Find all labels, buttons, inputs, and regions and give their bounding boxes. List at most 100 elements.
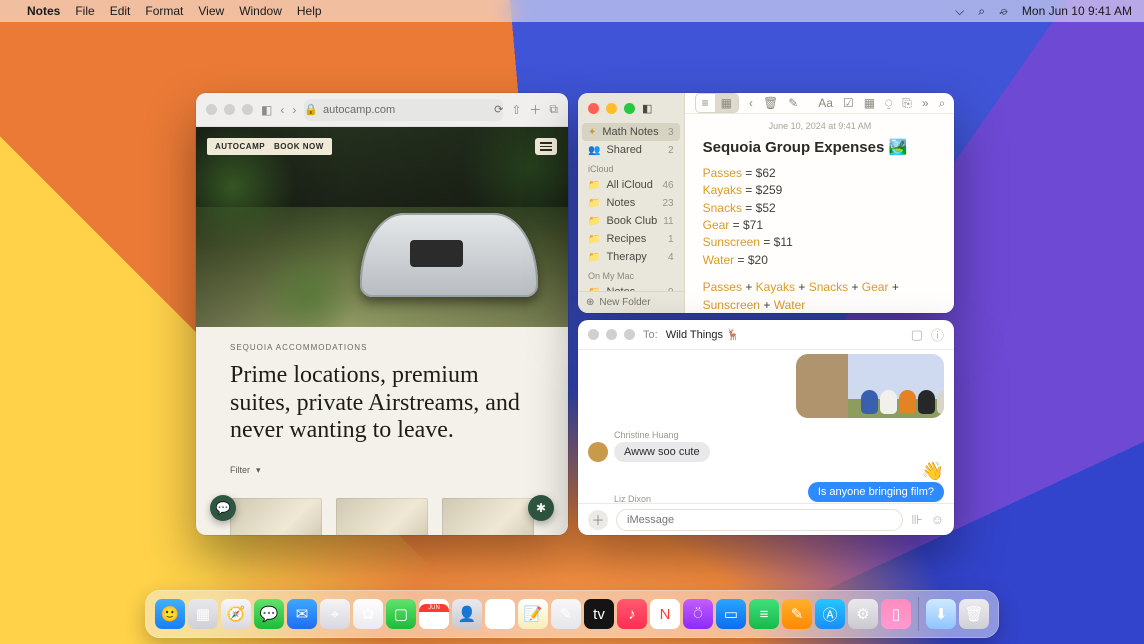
window-controls[interactable] <box>588 329 635 340</box>
share-icon[interactable]: ⇧ <box>511 103 521 117</box>
search-icon[interactable]: ⌕ <box>939 96 946 111</box>
dock-podcasts[interactable]: ⍥ <box>683 599 713 629</box>
dock-pages[interactable]: ✎ <box>782 599 812 629</box>
media-icon[interactable]: ⎘ <box>902 96 912 111</box>
minimize-icon[interactable] <box>606 103 617 114</box>
menu-format[interactable]: Format <box>145 4 183 18</box>
avatar[interactable] <box>588 442 608 462</box>
message-bubble[interactable]: Awww soo cute <box>614 442 710 462</box>
sidebar-folder[interactable]: 📁 Therapy 4 <box>578 248 684 266</box>
dock-downloads[interactable]: ⬇ <box>926 599 956 629</box>
message-bubble[interactable]: Is anyone bringing film? <box>808 482 944 502</box>
dock-numbers[interactable]: ≡ <box>749 599 779 629</box>
note-body[interactable]: June 10, 2024 at 9:41 AM Sequoia Group E… <box>685 114 954 313</box>
menu-help[interactable]: Help <box>297 4 322 18</box>
dock-safari[interactable]: 🧭 <box>221 599 251 629</box>
menu-edit[interactable]: Edit <box>110 4 131 18</box>
back-icon[interactable]: ‹ <box>280 103 284 117</box>
dock-photos[interactable]: ✿ <box>353 599 383 629</box>
listing-thumb[interactable] <box>230 498 322 535</box>
dock-finder[interactable]: 🙂 <box>155 599 185 629</box>
control-center-icon[interactable]: ⌮ <box>999 4 1008 19</box>
minimize-icon[interactable] <box>224 104 235 115</box>
chat-fab[interactable]: 💬 <box>210 495 236 521</box>
forward-icon[interactable]: › <box>292 103 296 117</box>
close-icon[interactable] <box>588 103 599 114</box>
wifi-icon[interactable]: ⌵ <box>955 4 964 19</box>
minimize-icon[interactable] <box>606 329 617 340</box>
dock-contacts[interactable]: 👤 <box>452 599 482 629</box>
menu-view[interactable]: View <box>198 4 224 18</box>
dock-appstore[interactable]: Ⓐ <box>815 599 845 629</box>
new-folder-button[interactable]: ⊕ New Folder <box>578 291 684 313</box>
dock-trash[interactable]: 🗑 <box>959 599 989 629</box>
listing-thumb[interactable] <box>336 498 428 535</box>
attach-button[interactable]: ＋ <box>588 510 608 530</box>
zoom-icon[interactable] <box>242 104 253 115</box>
more-icon[interactable]: » <box>922 96 929 110</box>
to-value[interactable]: Wild Things 🦌 <box>666 328 740 341</box>
format-icon[interactable]: Aa <box>818 96 833 110</box>
dock-keynote[interactable]: ▭ <box>716 599 746 629</box>
zoom-icon[interactable] <box>624 103 635 114</box>
shared-photo[interactable] <box>796 354 944 418</box>
view-toggle[interactable]: ≡ ▦ <box>695 93 739 113</box>
sidebar-folder[interactable]: ✦ Math Notes 3 <box>582 123 680 141</box>
dock-launchpad[interactable]: ▦ <box>188 599 218 629</box>
sidebar-toggle-icon[interactable]: ◧ <box>642 102 652 115</box>
info-icon[interactable]: ⓘ <box>931 325 944 344</box>
trash-icon[interactable]: 🗑 <box>763 96 778 110</box>
grid-view-icon[interactable]: ▦ <box>715 94 738 112</box>
accessibility-fab[interactable]: ✱ <box>528 495 554 521</box>
back-icon[interactable]: ‹ <box>749 96 753 110</box>
reload-icon[interactable]: ⟳ <box>494 103 503 116</box>
dock-notes[interactable]: 📝 <box>518 599 548 629</box>
reaction-emoji[interactable]: 👋 <box>922 462 944 480</box>
compose-icon[interactable]: ✎ <box>788 96 798 110</box>
window-controls[interactable] <box>588 103 635 114</box>
sidebar-folder[interactable]: 📁 Notes 9 <box>578 283 684 291</box>
address-bar[interactable]: 🔒 autocamp.com ⟳ <box>304 99 503 121</box>
sidebar-icon[interactable]: ◧ <box>261 103 272 117</box>
tabs-icon[interactable]: ⧉ <box>549 102 558 117</box>
close-icon[interactable] <box>588 329 599 340</box>
menu-file[interactable]: File <box>75 4 94 18</box>
list-view-icon[interactable]: ≡ <box>696 94 715 112</box>
dock-facetime[interactable]: ▢ <box>386 599 416 629</box>
menu-window[interactable]: Window <box>239 4 282 18</box>
dock-iphone-mirror[interactable]: ▯ <box>881 599 911 629</box>
new-tab-icon[interactable]: ＋ <box>529 101 541 118</box>
facetime-icon[interactable]: ▢ <box>911 327 923 343</box>
sidebar-folder[interactable]: 📁 Recipes 1 <box>578 230 684 248</box>
book-now-button[interactable]: BOOK NOW <box>266 138 332 155</box>
dock-mail[interactable]: ✉︎ <box>287 599 317 629</box>
dock-freeform[interactable]: ✎ <box>551 599 581 629</box>
dock-calendar[interactable]: JUN 10 <box>419 599 449 629</box>
sidebar-folder[interactable]: 📁 Notes 23 <box>578 194 684 212</box>
site-logo[interactable]: AUTOCAMP <box>207 138 273 155</box>
hamburger-menu[interactable] <box>535 138 557 155</box>
audio-icon[interactable]: ⊪ <box>911 512 922 528</box>
dock-news[interactable]: N <box>650 599 680 629</box>
checklist-icon[interactable]: ☑ <box>843 96 854 110</box>
dock-music[interactable]: ♪ <box>617 599 647 629</box>
message-input[interactable] <box>616 509 903 531</box>
sidebar-folder[interactable]: 📁 Book Club 11 <box>578 212 684 230</box>
sidebar-folder[interactable]: 📁 All iCloud 46 <box>578 176 684 194</box>
window-controls[interactable] <box>206 104 253 115</box>
listing-thumb[interactable] <box>442 498 534 535</box>
menu-app-name[interactable]: Notes <box>27 4 60 18</box>
dock-messages[interactable]: 💬 <box>254 599 284 629</box>
close-icon[interactable] <box>206 104 217 115</box>
menubar-clock[interactable]: Mon Jun 10 9:41 AM <box>1022 4 1132 18</box>
zoom-icon[interactable] <box>624 329 635 340</box>
dock-tv[interactable]: tv <box>584 599 614 629</box>
dock-settings[interactable]: ⚙ <box>848 599 878 629</box>
dock-reminders[interactable]: ☑ <box>485 599 515 629</box>
dock-maps[interactable]: ⌖ <box>320 599 350 629</box>
link-icon[interactable]: ⍜ <box>885 96 892 111</box>
filter-label[interactable]: Filter <box>230 465 250 476</box>
emoji-icon[interactable]: ☺ <box>931 512 944 527</box>
chevron-down-icon[interactable]: ▾ <box>256 465 261 476</box>
table-icon[interactable]: ▦ <box>864 96 875 110</box>
